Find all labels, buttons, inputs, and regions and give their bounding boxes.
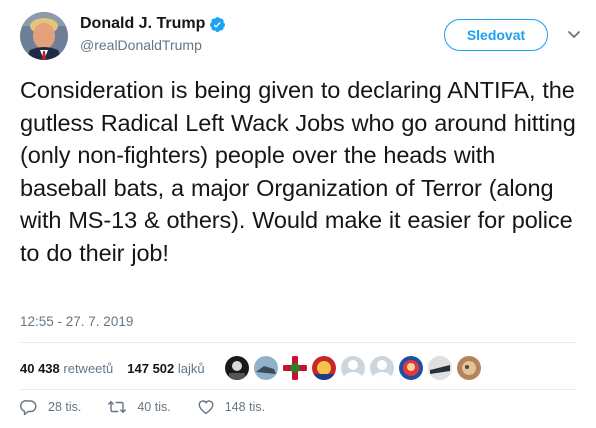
- retweet-count: 40 tis.: [137, 400, 171, 414]
- tweet-header: Donald J. Trump @realDonaldTrump Sledova…: [20, 12, 580, 62]
- liker-avatars: [224, 356, 486, 380]
- divider: [20, 389, 576, 390]
- chevron-down-icon[interactable]: [566, 26, 582, 42]
- liker-avatar[interactable]: [311, 356, 336, 380]
- liker-avatar[interactable]: [456, 356, 481, 380]
- author-name[interactable]: Donald J. Trump: [80, 15, 205, 33]
- heart-icon: [198, 400, 214, 415]
- likes-stat[interactable]: 147 502 lajků: [127, 361, 204, 376]
- author-handle[interactable]: @realDonaldTrump: [80, 37, 226, 53]
- retweets-count: 40 438: [20, 360, 60, 376]
- follow-button[interactable]: Sledovat: [444, 19, 548, 51]
- tweet-stats: 40 438 retweetů 147 502 lajků: [20, 348, 486, 388]
- like-count: 148 tis.: [224, 400, 266, 414]
- liker-avatar[interactable]: [369, 356, 394, 380]
- liker-avatar[interactable]: [340, 356, 365, 380]
- divider: [20, 342, 576, 343]
- reply-count: 28 tis.: [48, 400, 82, 414]
- retweet-icon: [108, 401, 127, 413]
- retweets-label: retweetů: [63, 360, 114, 376]
- reply-icon: [20, 400, 37, 416]
- reply-button[interactable]: 28 tis.: [20, 398, 81, 416]
- retweet-button[interactable]: 40 tis.: [107, 398, 171, 416]
- likes-label: lajků: [177, 360, 205, 376]
- liker-avatar[interactable]: [224, 356, 249, 380]
- avatar[interactable]: [20, 12, 68, 60]
- tweet-text: Consideration is being given to declarin…: [20, 77, 576, 266]
- tweet-timestamp[interactable]: 12:55 - 27. 7. 2019: [20, 314, 133, 329]
- liker-avatar[interactable]: [282, 356, 307, 380]
- author-info[interactable]: Donald J. Trump @realDonaldTrump: [80, 15, 226, 53]
- retweets-stat[interactable]: 40 438 retweetů: [20, 361, 113, 376]
- verified-badge-icon: [209, 16, 226, 33]
- liker-avatar[interactable]: [253, 356, 278, 380]
- liker-avatar[interactable]: [398, 356, 423, 380]
- tweet-actions: 28 tis. 40 tis. 148 tis.: [20, 398, 291, 416]
- likes-count: 147 502: [127, 360, 175, 376]
- liker-avatar[interactable]: [427, 356, 452, 380]
- like-button[interactable]: 148 tis.: [197, 398, 265, 416]
